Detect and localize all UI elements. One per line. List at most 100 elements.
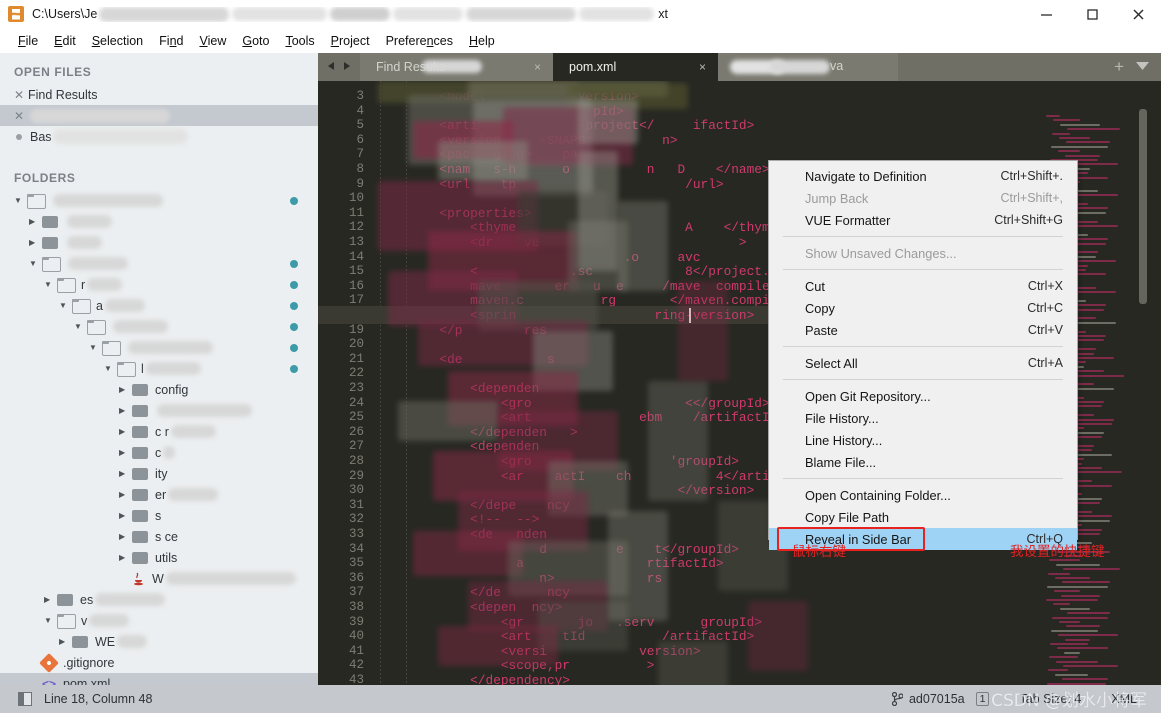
- menu-item-project[interactable]: Project: [323, 32, 378, 50]
- chevron-right-icon[interactable]: [29, 238, 42, 247]
- minimap-line: [1052, 132, 1070, 135]
- tree-folder-item[interactable]: s: [0, 505, 318, 526]
- tree-folder-item[interactable]: a: [0, 295, 318, 316]
- tree-folder-item[interactable]: [0, 190, 318, 211]
- chevron-right-icon[interactable]: [119, 469, 132, 478]
- menu-item-edit[interactable]: Edit: [46, 32, 84, 50]
- tree-folder-item[interactable]: v: [0, 610, 318, 631]
- context-menu-item-file-history[interactable]: File History...: [769, 407, 1077, 429]
- tree-folder-item[interactable]: config: [0, 379, 318, 400]
- chevron-right-icon[interactable]: [59, 637, 72, 646]
- menu-item-preferences[interactable]: Preferences: [378, 32, 461, 50]
- context-menu-item-show-unsaved-changes[interactable]: Show Unsaved Changes...: [769, 242, 1077, 264]
- tree-folder-item[interactable]: WE: [0, 631, 318, 652]
- tree-folder-item[interactable]: [0, 337, 318, 358]
- context-menu-item-navigate-to-definition[interactable]: Navigate to Definition Ctrl+Shift+.: [769, 165, 1077, 187]
- menu-item-tools[interactable]: Tools: [277, 32, 322, 50]
- minimap-line: [1058, 634, 1118, 637]
- menu-item-view[interactable]: View: [191, 32, 234, 50]
- chevron-right-icon[interactable]: [29, 217, 42, 226]
- chevron-left-icon[interactable]: [327, 58, 337, 76]
- open-file-item[interactable]: Bas: [0, 126, 318, 147]
- minimap-line: [1062, 581, 1110, 584]
- menu-item-selection[interactable]: Selection: [84, 32, 151, 50]
- tree-folder-item[interactable]: es: [0, 589, 318, 610]
- tree-folder-item[interactable]: r: [0, 274, 318, 295]
- tree-folder-item[interactable]: c: [0, 442, 318, 463]
- chevron-right-icon[interactable]: [119, 427, 132, 436]
- close-button[interactable]: [1115, 0, 1161, 28]
- tree-folder-item[interactable]: [0, 232, 318, 253]
- context-menu-item-jump-back[interactable]: Jump Back Ctrl+Shift+,: [769, 187, 1077, 209]
- tab-nav-buttons[interactable]: [318, 53, 360, 81]
- git-branch-status[interactable]: ad07015a 1: [891, 692, 990, 706]
- chevron-right-icon[interactable]: [341, 58, 351, 76]
- tab-close-icon[interactable]: ×: [508, 60, 541, 74]
- chevron-down-icon[interactable]: [44, 280, 57, 289]
- tree-folder-item[interactable]: [0, 400, 318, 421]
- minimap-viewport[interactable]: [1139, 109, 1147, 304]
- chevron-right-icon[interactable]: [119, 406, 132, 415]
- context-menu-item-line-history[interactable]: Line History...: [769, 429, 1077, 451]
- tab-find-results[interactable]: Find Results ×: [360, 53, 553, 81]
- git-status-dot-icon: [290, 323, 298, 331]
- open-file-item[interactable]: ✕ Find Results: [0, 84, 318, 105]
- chevron-down-icon[interactable]: [29, 259, 42, 268]
- maximize-button[interactable]: [1069, 0, 1115, 28]
- tree-folder-item[interactable]: c r: [0, 421, 318, 442]
- tree-folder-item[interactable]: [0, 211, 318, 232]
- close-x-icon[interactable]: ✕: [14, 88, 28, 102]
- tree-folder-item[interactable]: utils: [0, 547, 318, 568]
- chevron-down-icon[interactable]: [74, 322, 87, 331]
- tab-close-icon[interactable]: ×: [673, 60, 706, 74]
- chevron-right-icon[interactable]: [44, 595, 57, 604]
- tree-folder-item[interactable]: [0, 316, 318, 337]
- close-x-icon[interactable]: ✕: [14, 109, 28, 123]
- context-menu-item-select-all[interactable]: Select All Ctrl+A: [769, 352, 1077, 374]
- menu-item-goto[interactable]: Goto: [234, 32, 277, 50]
- tree-folder-item[interactable]: er: [0, 484, 318, 505]
- chevron-down-icon[interactable]: [44, 616, 57, 625]
- tree-folder-item[interactable]: [0, 253, 318, 274]
- chevron-right-icon[interactable]: [119, 490, 132, 499]
- menu-item-find[interactable]: Find: [151, 32, 191, 50]
- context-menu-item-copy-file-path[interactable]: Copy File Path: [769, 506, 1077, 528]
- context-menu-item-open-git-repository[interactable]: Open Git Repository...: [769, 385, 1077, 407]
- context-menu-item-cut[interactable]: Cut Ctrl+X: [769, 275, 1077, 297]
- tree-file-item[interactable]: W: [0, 568, 318, 589]
- chevron-down-icon[interactable]: [89, 343, 102, 352]
- menu-item-help[interactable]: Help: [461, 32, 503, 50]
- chevron-down-icon[interactable]: [59, 301, 72, 310]
- tree-folder-item[interactable]: l: [0, 358, 318, 379]
- plus-icon[interactable]: +: [1114, 58, 1124, 75]
- menu-item-file[interactable]: File: [10, 32, 46, 50]
- context-menu-item-blame-file[interactable]: Blame File...: [769, 451, 1077, 473]
- chevron-down-icon[interactable]: [104, 364, 117, 373]
- context-menu[interactable]: Navigate to Definition Ctrl+Shift+. Jump B…: [768, 160, 1078, 550]
- chevron-right-icon[interactable]: [119, 532, 132, 541]
- tree-file-item[interactable]: <> pom.xml: [0, 673, 318, 685]
- tree-folder-item[interactable]: s ce: [0, 526, 318, 547]
- folder-icon: [72, 635, 88, 648]
- tab-pom-xml[interactable]: pom.xml ×: [553, 53, 718, 81]
- context-menu-item-open-containing-folder[interactable]: Open Containing Folder...: [769, 484, 1077, 506]
- minimize-button[interactable]: [1023, 0, 1069, 28]
- chevron-right-icon[interactable]: [119, 385, 132, 394]
- tree-file-item[interactable]: .gitignore: [0, 652, 318, 673]
- tab-java-file[interactable]: va: [718, 53, 898, 81]
- context-menu-item-copy[interactable]: Copy Ctrl+C: [769, 297, 1077, 319]
- chevron-down-icon[interactable]: [1136, 58, 1149, 76]
- sidebar-toggle-icon[interactable]: [18, 692, 32, 706]
- tree-item-label: utils: [155, 550, 178, 565]
- chevron-right-icon[interactable]: [119, 448, 132, 457]
- syntax-status[interactable]: XML: [1111, 692, 1137, 706]
- chevron-down-icon[interactable]: [14, 196, 27, 205]
- gitignore-file-icon: [39, 652, 59, 673]
- open-file-item[interactable]: ✕: [0, 105, 318, 126]
- chevron-right-icon[interactable]: [119, 511, 132, 520]
- context-menu-item-vue-formatter[interactable]: VUE Formatter Ctrl+Shift+G: [769, 209, 1077, 231]
- chevron-right-icon[interactable]: [119, 553, 132, 562]
- context-menu-item-paste[interactable]: Paste Ctrl+V: [769, 319, 1077, 341]
- tab-size-status[interactable]: Tab Size: 4: [1019, 692, 1081, 706]
- tree-folder-item[interactable]: ity: [0, 463, 318, 484]
